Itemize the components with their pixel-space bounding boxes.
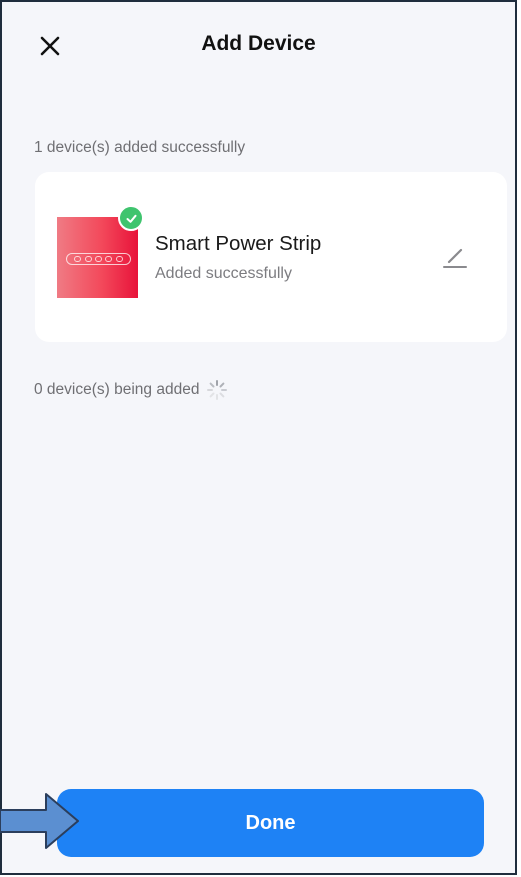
- power-strip-icon: [66, 253, 131, 265]
- header-bar: Add Device: [2, 2, 515, 94]
- adding-count-text: 0 device(s) being added: [34, 381, 200, 398]
- success-badge: [118, 205, 144, 231]
- adding-count-label: 0 device(s) being added: [34, 378, 229, 402]
- arrow-right-icon: [0, 793, 79, 849]
- check-icon: [126, 214, 136, 223]
- device-image: [57, 205, 144, 298]
- pencil-icon: [443, 248, 467, 268]
- edit-device-button[interactable]: [439, 242, 469, 272]
- added-count-label: 1 device(s) added successfully: [34, 139, 246, 156]
- loading-spinner-icon: [207, 380, 228, 400]
- page-title: Add Device: [201, 32, 316, 55]
- device-card: Smart Power Strip Added successfully: [35, 172, 507, 342]
- done-button[interactable]: Done: [57, 789, 484, 857]
- device-name: Smart Power Strip: [155, 232, 322, 255]
- device-status: Added successfully: [155, 265, 292, 282]
- app-screen: Add Device 1 device(s) added successfull…: [0, 0, 517, 875]
